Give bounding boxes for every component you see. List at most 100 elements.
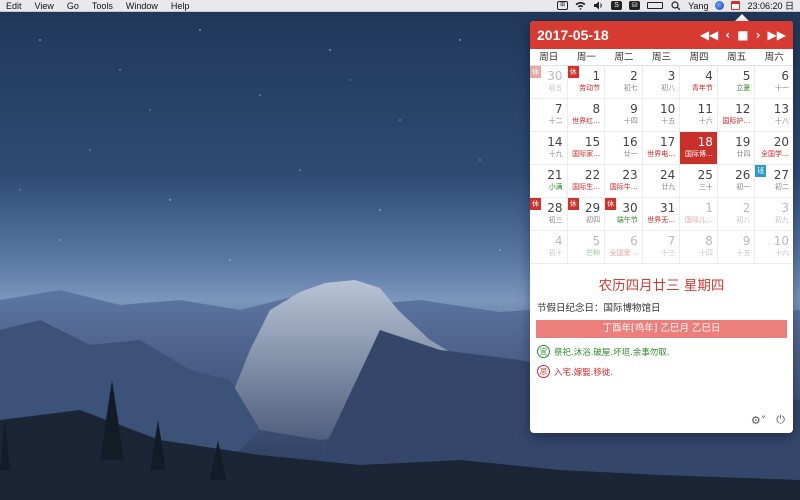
menu-clock[interactable]: 23:06:20 日	[747, 0, 794, 12]
day-cell[interactable]: 8 十四	[680, 231, 718, 264]
day-cell[interactable]: 6 十一	[755, 66, 793, 99]
day-cell[interactable]: 班 27 初二	[755, 165, 793, 198]
calendar-app-icon[interactable]	[731, 1, 741, 10]
volume-icon[interactable]	[593, 1, 604, 10]
day-lunar-label: 国际儿…	[684, 216, 713, 224]
s-app-icon[interactable]: S	[611, 1, 623, 10]
day-lunar-label: 芒种	[586, 249, 601, 257]
day-cell[interactable]: 4 青年节	[680, 66, 718, 99]
next-month-icon[interactable]: ›	[756, 29, 761, 41]
day-cell[interactable]: 1 国际儿…	[680, 198, 718, 231]
day-number: 24	[660, 168, 676, 182]
day-cell[interactable]: 7 十三	[642, 231, 681, 264]
day-cell[interactable]: 休 29 初四	[567, 198, 606, 231]
day-number: 17	[660, 135, 676, 149]
user-name[interactable]: Yang	[688, 1, 708, 11]
day-cell[interactable]: 3 初九	[755, 198, 793, 231]
day-cell[interactable]: 10 十五	[642, 99, 681, 132]
day-cell[interactable]: 26 初一	[717, 165, 756, 198]
today-icon[interactable]: ■	[737, 29, 748, 41]
day-number: 6	[781, 69, 789, 83]
prev-year-icon[interactable]: ◀◀	[700, 29, 718, 41]
search-icon[interactable]	[670, 1, 681, 11]
day-cell[interactable]: 15 国际家…	[567, 132, 606, 165]
day-cell[interactable]: 8 世界红…	[567, 99, 606, 132]
ji-badge-icon: 忌	[537, 365, 550, 378]
day-cell[interactable]: 23 国际牛…	[605, 165, 643, 198]
day-number: 21	[547, 168, 563, 182]
day-lunar-label: 初十	[548, 249, 563, 257]
yi-row: 宜 祭祀.沐浴.破屋.坏垣.余事勿取.	[537, 345, 793, 358]
calendar-nav: ◀◀ ‹ ■ › ▶▶	[700, 29, 786, 41]
power-icon[interactable]: ⏻	[776, 413, 785, 427]
day-number: 15	[584, 135, 601, 149]
popup-footer: ⚙˅ ⏻	[751, 413, 785, 427]
calendar-day-grid: 休 30 初五休 1 劳动节 2 初七 3 初八 4 青年节 5 立夏 6 十一 7 十二 8 世界红… 9 十四 10 十…	[530, 66, 793, 264]
menu-edit[interactable]: Edit	[6, 1, 30, 11]
day-cell[interactable]: 休 28 初三	[530, 198, 568, 231]
day-cell[interactable]: 31 世界无…	[642, 198, 681, 231]
day-lunar-label: 初四	[586, 216, 601, 224]
day-cell[interactable]: 5 芒种	[567, 231, 606, 264]
day-number: 20	[773, 135, 789, 149]
day-cell[interactable]: 19 廿四	[717, 132, 756, 165]
day-cell[interactable]: 17 世界电…	[642, 132, 681, 165]
day-cell[interactable]: 25 三十	[680, 165, 718, 198]
wifi-icon[interactable]	[575, 1, 586, 10]
day-cell[interactable]: 11 十六	[680, 99, 718, 132]
day-cell[interactable]: 2 初七	[605, 66, 643, 99]
day-cell[interactable]: 9 十四	[605, 99, 643, 132]
day-cell[interactable]: 7 十二	[530, 99, 568, 132]
day-number: 9	[742, 234, 751, 248]
weekday-label: 周二	[614, 52, 634, 63]
day-lunar-label: 初八	[661, 84, 676, 92]
input-method-icon[interactable]: ⊞	[557, 1, 569, 10]
prev-month-icon[interactable]: ‹	[725, 29, 730, 41]
workday-badge: 班	[755, 165, 767, 177]
day-cell[interactable]: 休 30 初五	[530, 66, 568, 99]
day-cell[interactable]: 24 廿九	[642, 165, 681, 198]
menu-view[interactable]: View	[35, 1, 62, 11]
day-cell[interactable]: 21 小满	[530, 165, 568, 198]
day-cell[interactable]: 9 十五	[717, 231, 756, 264]
day-lunar-label: 三十	[698, 183, 713, 191]
day-number: 1	[705, 201, 713, 215]
day-lunar-label: 初三	[548, 216, 563, 224]
day-lunar-label: 初二	[775, 183, 789, 191]
day-cell[interactable]: 5 立夏	[717, 66, 756, 99]
day-cell[interactable]: 12 国际护…	[717, 99, 756, 132]
next-year-icon[interactable]: ▶▶	[768, 29, 786, 41]
calendar-popup: 2017-05-18 ◀◀ ‹ ■ › ▶▶ 周日 周一 周二 周三 周四 周五…	[530, 21, 793, 433]
day-cell[interactable]: 3 初八	[642, 66, 681, 99]
battery-icon[interactable]	[647, 2, 664, 9]
day-cell[interactable]: 10 十六	[755, 231, 793, 264]
day-cell[interactable]: 4 初十	[530, 231, 568, 264]
day-lunar-label: 廿四	[736, 150, 751, 158]
menu-help[interactable]: Help	[171, 1, 198, 11]
day-lunar-label: 全国学…	[761, 150, 789, 158]
day-cell[interactable]: 休 1 劳动节	[567, 66, 606, 99]
day-cell[interactable]: 20 全国学…	[755, 132, 793, 165]
day-cell[interactable]: 13 十八	[755, 99, 793, 132]
menu-tools[interactable]: Tools	[92, 1, 121, 11]
day-lunar-label: 世界电…	[647, 150, 676, 158]
day-cell[interactable]: 2 初八	[717, 198, 756, 231]
day-number: 8	[592, 102, 601, 116]
day-cell[interactable]: 22 国际生…	[567, 165, 606, 198]
avatar-icon[interactable]	[715, 1, 725, 10]
day-cell-selected[interactable]: 18 国际博…	[680, 132, 718, 165]
day-cell[interactable]: 休 30 端午节	[605, 198, 643, 231]
day-number: 25	[697, 168, 713, 182]
settings-gear-icon[interactable]: ⚙˅	[751, 414, 766, 427]
day-cell[interactable]: 6 全国爱…	[605, 231, 643, 264]
menu-window[interactable]: Window	[126, 1, 166, 11]
day-number: 5	[742, 69, 751, 83]
day-cell[interactable]: 14 十九	[530, 132, 568, 165]
holiday-badge: 休	[530, 198, 541, 210]
day-number: 7	[554, 102, 563, 116]
menu-go[interactable]: Go	[67, 1, 87, 11]
dark-app-icon[interactable]: ⛁	[629, 1, 641, 10]
day-cell[interactable]: 16 廿一	[605, 132, 643, 165]
day-number: 3	[667, 69, 676, 83]
weekday-label: 周四	[689, 52, 709, 63]
